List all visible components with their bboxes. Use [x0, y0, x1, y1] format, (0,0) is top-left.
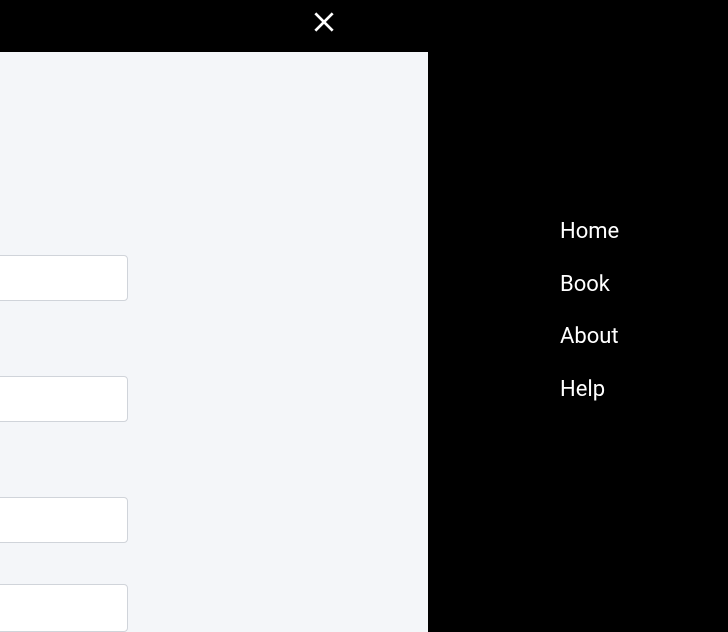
form-panel [0, 52, 428, 632]
close-icon [311, 9, 337, 39]
input-field-4[interactable] [0, 584, 128, 632]
input-field-2[interactable] [0, 376, 128, 422]
close-button[interactable] [308, 8, 340, 40]
nav-item-help[interactable]: Help [560, 376, 619, 405]
nav-item-about[interactable]: About [560, 323, 619, 352]
input-field-3[interactable] [0, 497, 128, 543]
nav-item-home[interactable]: Home [560, 218, 619, 247]
nav-item-book[interactable]: Book [560, 271, 619, 300]
navigation-menu: Home Book About Help [560, 218, 619, 404]
input-field-1[interactable] [0, 255, 128, 301]
